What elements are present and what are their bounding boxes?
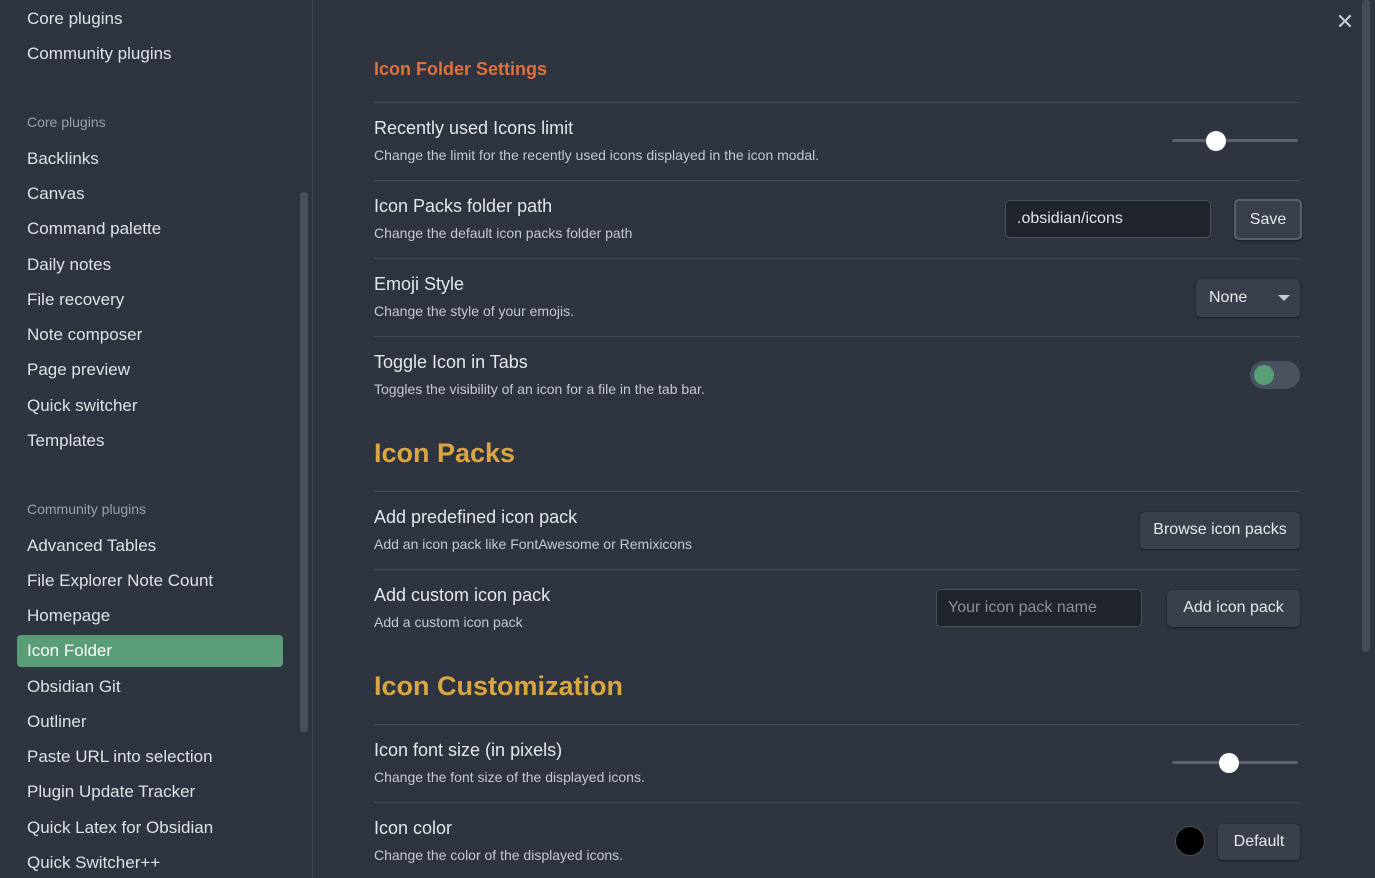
sidebar-item-command-palette[interactable]: Command palette	[17, 213, 283, 245]
emoji-style-dropdown[interactable]: None	[1196, 279, 1300, 317]
setting-name-icon-color: Icon color	[374, 818, 453, 838]
divider	[374, 724, 1300, 725]
heading-icon-packs: Icon Packs	[374, 438, 516, 468]
divider	[374, 569, 1300, 570]
divider	[374, 802, 1300, 803]
sidebar-item-canvas[interactable]: Canvas	[17, 178, 283, 210]
slider-thumb[interactable]	[1206, 131, 1226, 151]
sidebar-item-quick-latex[interactable]: Quick Latex for Obsidian	[17, 812, 283, 844]
browse-icon-packs-button[interactable]: Browse icon packs	[1140, 512, 1300, 549]
heading-icon-customization: Icon Customization	[374, 671, 623, 701]
default-color-button[interactable]: Default	[1218, 824, 1300, 860]
icon-color-swatch[interactable]	[1175, 826, 1205, 856]
font-size-slider[interactable]	[1172, 751, 1298, 775]
setting-name-predefined-pack: Add predefined icon pack	[374, 507, 578, 527]
sidebar-item-file-explorer-note-count[interactable]: File Explorer Note Count	[17, 565, 283, 597]
divider	[374, 336, 1300, 337]
save-button[interactable]: Save	[1234, 199, 1302, 240]
sidebar-scrollbar[interactable]	[300, 192, 308, 732]
sidebar-group-community-plugins: Community plugins	[27, 501, 147, 517]
settings-sidebar: Core plugins Community plugins Core plug…	[0, 0, 313, 878]
setting-desc-icon-color: Change the color of the displayed icons.	[374, 847, 624, 863]
sidebar-item-templates[interactable]: Templates	[17, 425, 283, 457]
divider	[374, 102, 1300, 103]
sidebar-item-homepage[interactable]: Homepage	[17, 600, 283, 632]
setting-name-custom-pack: Add custom icon pack	[374, 585, 551, 605]
setting-desc-custom-pack: Add a custom icon pack	[374, 614, 523, 630]
toggle-knob	[1254, 365, 1274, 385]
sidebar-item-page-preview[interactable]: Page preview	[17, 354, 283, 386]
setting-name-folder-path: Icon Packs folder path	[374, 196, 553, 216]
sidebar-item-plugin-update-tracker[interactable]: Plugin Update Tracker	[17, 776, 283, 808]
setting-name-recent-limit: Recently used Icons limit	[374, 118, 574, 138]
sidebar-item-backlinks[interactable]: Backlinks	[17, 143, 283, 175]
sidebar-item-obsidian-git[interactable]: Obsidian Git	[17, 671, 283, 703]
divider	[374, 491, 1300, 492]
sidebar-item-quick-switcher-plus[interactable]: Quick Switcher++	[17, 847, 283, 878]
setting-name-emoji-style: Emoji Style	[374, 274, 465, 294]
setting-desc-recent-limit: Change the limit for the recently used i…	[374, 147, 820, 163]
setting-desc-emoji-style: Change the style of your emojis.	[374, 303, 574, 319]
chevron-down-icon	[1278, 295, 1290, 301]
divider	[374, 258, 1300, 259]
toggle-icon-in-tabs[interactable]	[1250, 361, 1300, 389]
emoji-style-selected: None	[1209, 289, 1248, 306]
add-icon-pack-button[interactable]: Add icon pack	[1167, 590, 1300, 627]
setting-desc-font-size: Change the font size of the displayed ic…	[374, 769, 645, 785]
sidebar-item-daily-notes[interactable]: Daily notes	[17, 249, 283, 281]
folder-path-input[interactable]: .obsidian/icons	[1005, 200, 1211, 238]
main-scrollbar[interactable]	[1362, 0, 1370, 652]
setting-desc-predefined-pack: Add an icon pack like FontAwesome or Rem…	[374, 536, 693, 552]
setting-desc-toggle-tabs: Toggles the visibility of an icon for a …	[374, 381, 705, 397]
sidebar-item-community-plugins[interactable]: Community plugins	[17, 38, 283, 70]
sidebar-item-note-composer[interactable]: Note composer	[17, 319, 283, 351]
close-icon[interactable]: ✕	[1335, 11, 1355, 33]
icon-pack-name-input[interactable]: Your icon pack name	[936, 589, 1142, 627]
slider-track	[1172, 139, 1298, 142]
sidebar-item-file-recovery[interactable]: File recovery	[17, 284, 283, 316]
slider-thumb[interactable]	[1219, 753, 1239, 773]
sidebar-item-icon-folder[interactable]: Icon Folder	[17, 635, 283, 667]
sidebar-item-core-plugins[interactable]: Core plugins	[17, 3, 283, 35]
setting-desc-folder-path: Change the default icon packs folder pat…	[374, 225, 633, 241]
setting-name-font-size: Icon font size (in pixels)	[374, 740, 563, 760]
recent-limit-slider[interactable]	[1172, 129, 1298, 153]
sidebar-item-quick-switcher[interactable]: Quick switcher	[17, 390, 283, 422]
heading-icon-folder-settings: Icon Folder Settings	[374, 59, 548, 79]
sidebar-item-outliner[interactable]: Outliner	[17, 706, 283, 738]
setting-name-toggle-tabs: Toggle Icon in Tabs	[374, 352, 528, 372]
divider	[374, 180, 1300, 181]
sidebar-item-paste-url[interactable]: Paste URL into selection	[17, 741, 283, 773]
sidebar-item-advanced-tables[interactable]: Advanced Tables	[17, 530, 283, 562]
sidebar-group-core-plugins: Core plugins	[27, 114, 106, 130]
